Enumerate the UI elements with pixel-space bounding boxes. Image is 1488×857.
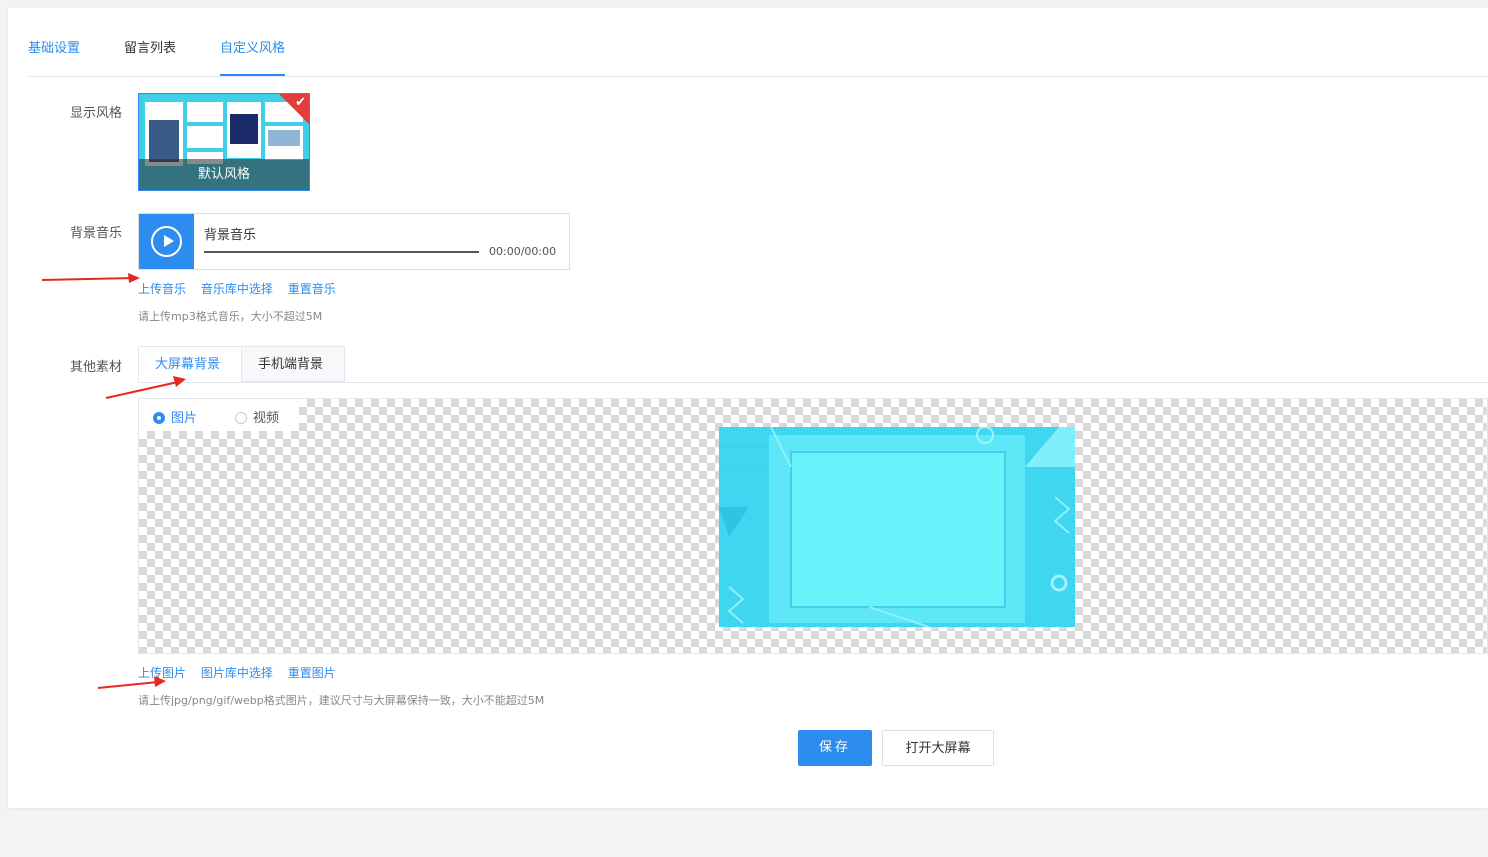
annotation-arrow-image [97, 676, 166, 689]
music-library-link[interactable]: 音乐库中选择 [201, 282, 273, 296]
annotation-arrow-subtab [105, 376, 186, 399]
other-materials-label: 其他素材 [70, 360, 123, 375]
image-hint: 请上传jpg/png/gif/webp格式图片，建议尺寸与大屏幕保持一致，大小不… [138, 694, 545, 707]
style-card-name: 默认风格 [139, 159, 309, 190]
radio-video[interactable]: 视频 [235, 407, 279, 426]
tab-basic-settings[interactable]: 基础设置 [28, 39, 80, 59]
style-card-default[interactable]: ✔ 默认风格 [138, 93, 310, 191]
upload-music-link[interactable]: 上传音乐 [138, 282, 186, 296]
annotation-arrow-music [41, 273, 140, 283]
top-tabs: 基础设置 留言列表 自定义风格 [28, 39, 1488, 77]
image-links: 上传图片 图片库中选择 重置图片 [138, 664, 347, 681]
subtab-mobile-bg[interactable]: 手机端背景 [241, 346, 345, 382]
reset-music-link[interactable]: 重置音乐 [288, 282, 336, 296]
background-image-preview [719, 426, 1075, 628]
open-big-screen-button[interactable]: 打开大屏幕 [882, 730, 994, 766]
progress-track[interactable] [204, 251, 479, 253]
background-preview-area: 图片 视频 [138, 398, 1488, 654]
display-style-label: 显示风格 [70, 106, 123, 121]
save-button[interactable]: 保存 [798, 730, 872, 766]
frame-graphic [719, 426, 1075, 628]
tab-custom-style[interactable]: 自定义风格 [220, 39, 286, 76]
play-icon [151, 226, 182, 257]
radio-image[interactable]: 图片 [153, 407, 197, 426]
reset-image-link[interactable]: 重置图片 [288, 666, 336, 680]
player-time: 00:00/00:00 [489, 245, 557, 258]
settings-panel: 基础设置 留言列表 自定义风格 显示风格 ✔ 默认风格 背景音乐 背景音乐 00… [8, 8, 1488, 808]
material-subtabs: 大屏幕背景 手机端背景 [138, 346, 1488, 383]
music-hint: 请上传mp3格式音乐，大小不超过5M [138, 310, 323, 323]
player-title: 背景音乐 [204, 228, 257, 243]
radio-unchecked-icon [235, 412, 247, 424]
image-library-link[interactable]: 图片库中选择 [201, 666, 273, 680]
tab-message-list[interactable]: 留言列表 [124, 39, 176, 59]
play-button[interactable] [139, 214, 194, 269]
music-links: 上传音乐 音乐库中选择 重置音乐 [138, 280, 347, 297]
radio-checked-icon [153, 412, 165, 424]
checkmark-icon: ✔ [295, 95, 306, 110]
background-music-label: 背景音乐 [70, 226, 123, 241]
music-player: 背景音乐 00:00/00:00 [138, 213, 570, 270]
media-type-radio-group: 图片 视频 [139, 399, 299, 431]
